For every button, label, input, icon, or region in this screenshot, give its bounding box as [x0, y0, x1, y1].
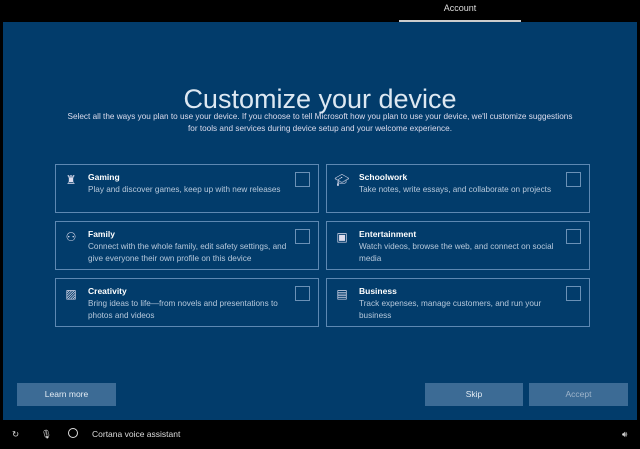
microphone-icon[interactable]: 🎙︎ [41, 429, 52, 440]
main-panel: Customize your device Select all the way… [3, 22, 637, 420]
checkbox[interactable] [566, 286, 581, 301]
option-text: Track expenses, manage customers, and ru… [359, 299, 542, 320]
option-business[interactable]: ▤ Business Track expenses, manage custom… [326, 278, 590, 327]
option-entertainment[interactable]: ▣ Entertainment Watch videos, browse the… [326, 221, 590, 270]
option-name: Family [88, 229, 115, 239]
option-text: Bring ideas to life—from novels and pres… [88, 299, 278, 320]
top-bar: Account [0, 0, 640, 22]
learn-more-button[interactable]: Learn more [17, 383, 116, 406]
checkbox[interactable] [295, 172, 310, 187]
option-creativity[interactable]: ▨ Creativity Bring ideas to life—from no… [55, 278, 319, 327]
briefcase-icon: ▤ [336, 287, 348, 301]
option-text: Play and discover games, keep up with ne… [88, 185, 281, 194]
gaming-icon: ♜ [65, 173, 77, 187]
option-name: Business [359, 286, 397, 296]
option-gaming[interactable]: ♜ Gaming Play and discover games, keep u… [55, 164, 319, 213]
picture-icon: ▨ [65, 287, 77, 301]
option-family[interactable]: ⚇ Family Connect with the whole family, … [55, 221, 319, 270]
option-name: Gaming [88, 172, 120, 182]
checkbox[interactable] [566, 172, 581, 187]
page-description: Select all the ways you plan to use your… [67, 112, 573, 133]
option-name: Schoolwork [359, 172, 408, 182]
option-schoolwork[interactable]: 🎓︎ Schoolwork Take notes, write essays, … [326, 164, 590, 213]
checkbox[interactable] [566, 229, 581, 244]
option-name: Creativity [88, 286, 127, 296]
checkbox[interactable] [295, 286, 310, 301]
checkbox[interactable] [295, 229, 310, 244]
option-text: Connect with the whole family, edit safe… [88, 242, 287, 263]
graduation-cap-icon: 🎓︎ [334, 173, 350, 187]
cortana-label: Cortana voice assistant [92, 429, 181, 439]
entertainment-icon: ▣ [336, 230, 348, 244]
taskbar: ↻ 🎙︎ Cortana voice assistant 🔊︎ [0, 420, 640, 449]
option-name: Entertainment [359, 229, 417, 239]
option-text: Take notes, write essays, and collaborat… [359, 185, 552, 194]
volume-icon[interactable]: 🔊︎ [622, 429, 627, 440]
family-icon: ⚇ [65, 230, 77, 244]
option-text: Watch videos, browse the web, and connec… [359, 242, 554, 263]
ease-of-access-icon[interactable]: ↻ [12, 429, 19, 440]
accept-button[interactable]: Accept [529, 383, 628, 406]
skip-button[interactable]: Skip [425, 383, 523, 406]
cortana-icon[interactable] [68, 428, 78, 438]
tab-account[interactable]: Account [399, 0, 521, 22]
